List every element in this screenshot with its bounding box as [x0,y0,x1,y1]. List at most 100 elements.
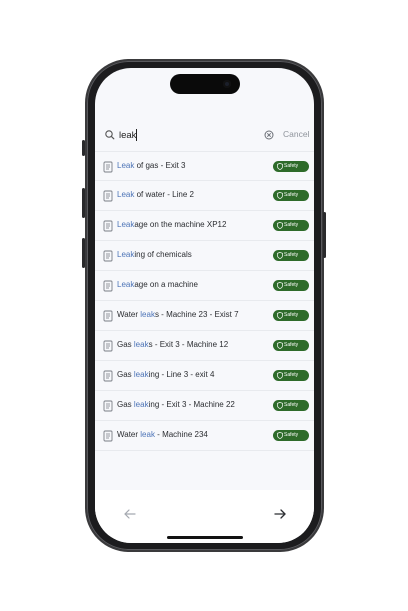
result-row[interactable]: Water leaks - Machine 23 - Exist 7 Safety [95,301,314,331]
result-label: Gas leaks - Exit 3 - Machine 12 [117,340,228,349]
result-row[interactable]: Leaking of chemicals Safety [95,241,314,271]
bottom-nav-bar [95,490,314,543]
result-match: Leak [117,161,135,170]
result-label: Leakage on the machine XP12 [117,220,226,229]
result-suffix: ing - Line 3 - exit 4 [148,370,215,379]
result-label: Leak of water - Line 2 [117,190,194,199]
shield-icon [277,312,283,319]
category-badge: Safety [273,161,309,172]
result-match: leak [140,310,155,319]
result-label: Water leak - Machine 234 [117,430,208,439]
result-row[interactable]: Leak of water - Line 2 Safety [95,181,314,211]
shield-icon [277,432,283,439]
search-input[interactable] [119,127,239,143]
result-suffix: - Machine 234 [154,430,208,439]
result-prefix: Water [117,430,141,439]
badge-label: Safety [284,402,299,408]
category-badge: Safety [273,190,309,201]
clear-icon[interactable] [262,128,276,142]
result-suffix: ing - Exit 3 - Machine 22 [148,400,235,409]
result-label: Leaking of chemicals [117,250,192,259]
result-prefix: Gas [117,340,134,349]
document-icon [103,190,113,202]
result-match: Leak [117,250,135,259]
result-match: Leak [117,190,135,199]
result-match: leak [133,370,149,379]
shield-icon [277,372,283,379]
category-badge: Safety [273,250,309,261]
badge-label: Safety [284,432,299,438]
document-icon [103,250,113,262]
document-icon [103,400,113,412]
result-match: leak [140,430,155,439]
badge-label: Safety [284,372,299,378]
badge-label: Safety [284,192,299,198]
result-label: Gas leaking - Line 3 - exit 4 [117,370,214,379]
result-row[interactable]: Leakage on a machine Safety [95,271,314,301]
shield-icon [277,192,283,199]
shield-icon [277,252,283,259]
document-icon [103,161,113,173]
result-suffix: age on the machine XP12 [134,220,227,229]
category-badge: Safety [273,340,309,351]
result-label: Water leaks - Machine 23 - Exist 7 [117,310,239,319]
shield-icon [277,163,283,170]
result-suffix: of water - Line 2 [134,190,194,199]
search-icon [105,130,115,140]
result-prefix: Gas [117,400,134,409]
document-icon [103,280,113,292]
result-row[interactable]: Gas leaks - Exit 3 - Machine 12 Safety [95,331,314,361]
document-icon [103,370,113,382]
camera [223,80,231,88]
result-suffix: ing of chemicals [134,250,192,259]
cancel-button[interactable]: Cancel [283,129,309,139]
result-match: leak [133,400,149,409]
result-prefix: Gas [117,370,134,379]
result-label: Gas leaking - Exit 3 - Machine 22 [117,400,235,409]
dynamic-island [170,74,240,94]
badge-label: Safety [284,252,299,258]
result-row[interactable]: Water leak - Machine 234 Safety [95,421,314,451]
arrow-right-icon[interactable] [272,507,288,521]
result-row[interactable]: Gas leaking - Line 3 - exit 4 Safety [95,361,314,391]
category-badge: Safety [273,310,309,321]
result-row[interactable]: Leakage on the machine XP12 Safety [95,211,314,241]
result-suffix: s - Exit 3 - Machine 12 [148,340,229,349]
result-prefix: Water [117,310,141,319]
category-badge: Safety [273,220,309,231]
badge-label: Safety [284,222,299,228]
category-badge: Safety [273,370,309,381]
category-badge: Safety [273,430,309,441]
result-label: Leak of gas - Exit 3 [117,161,186,170]
badge-label: Safety [284,282,299,288]
result-suffix: of gas - Exit 3 [134,161,186,170]
volume-down-button [82,238,85,268]
document-icon [103,430,113,442]
power-button [323,212,326,258]
result-suffix: age on a machine [134,280,198,289]
result-match: Leak [117,280,135,289]
document-icon [103,340,113,352]
shield-icon [277,342,283,349]
result-match: Leak [117,220,135,229]
silent-switch [82,140,85,156]
badge-label: Safety [284,163,299,169]
screen: Cancel Leak of gas - Exit 3SafetyLeak of… [95,68,314,543]
document-icon [103,310,113,322]
result-suffix: s - Machine 23 - Exist 7 [154,310,239,319]
badge-label: Safety [284,342,299,348]
volume-up-button [82,188,85,218]
shield-icon [277,222,283,229]
result-label: Leakage on a machine [117,280,198,289]
badge-label: Safety [284,312,299,318]
results-list: Leak of gas - Exit 3 Safety Leak of water … [95,151,314,451]
category-badge: Safety [273,280,309,291]
result-match: leak [133,340,149,349]
search-bar: Cancel [95,123,314,147]
document-icon [103,220,113,232]
result-row[interactable]: Gas leaking - Exit 3 - Machine 22 Safety [95,391,314,421]
home-indicator [167,536,243,539]
shield-icon [277,282,283,289]
arrow-left-icon[interactable] [122,507,138,521]
result-row[interactable]: Leak of gas - Exit 3 Safety [95,151,314,181]
